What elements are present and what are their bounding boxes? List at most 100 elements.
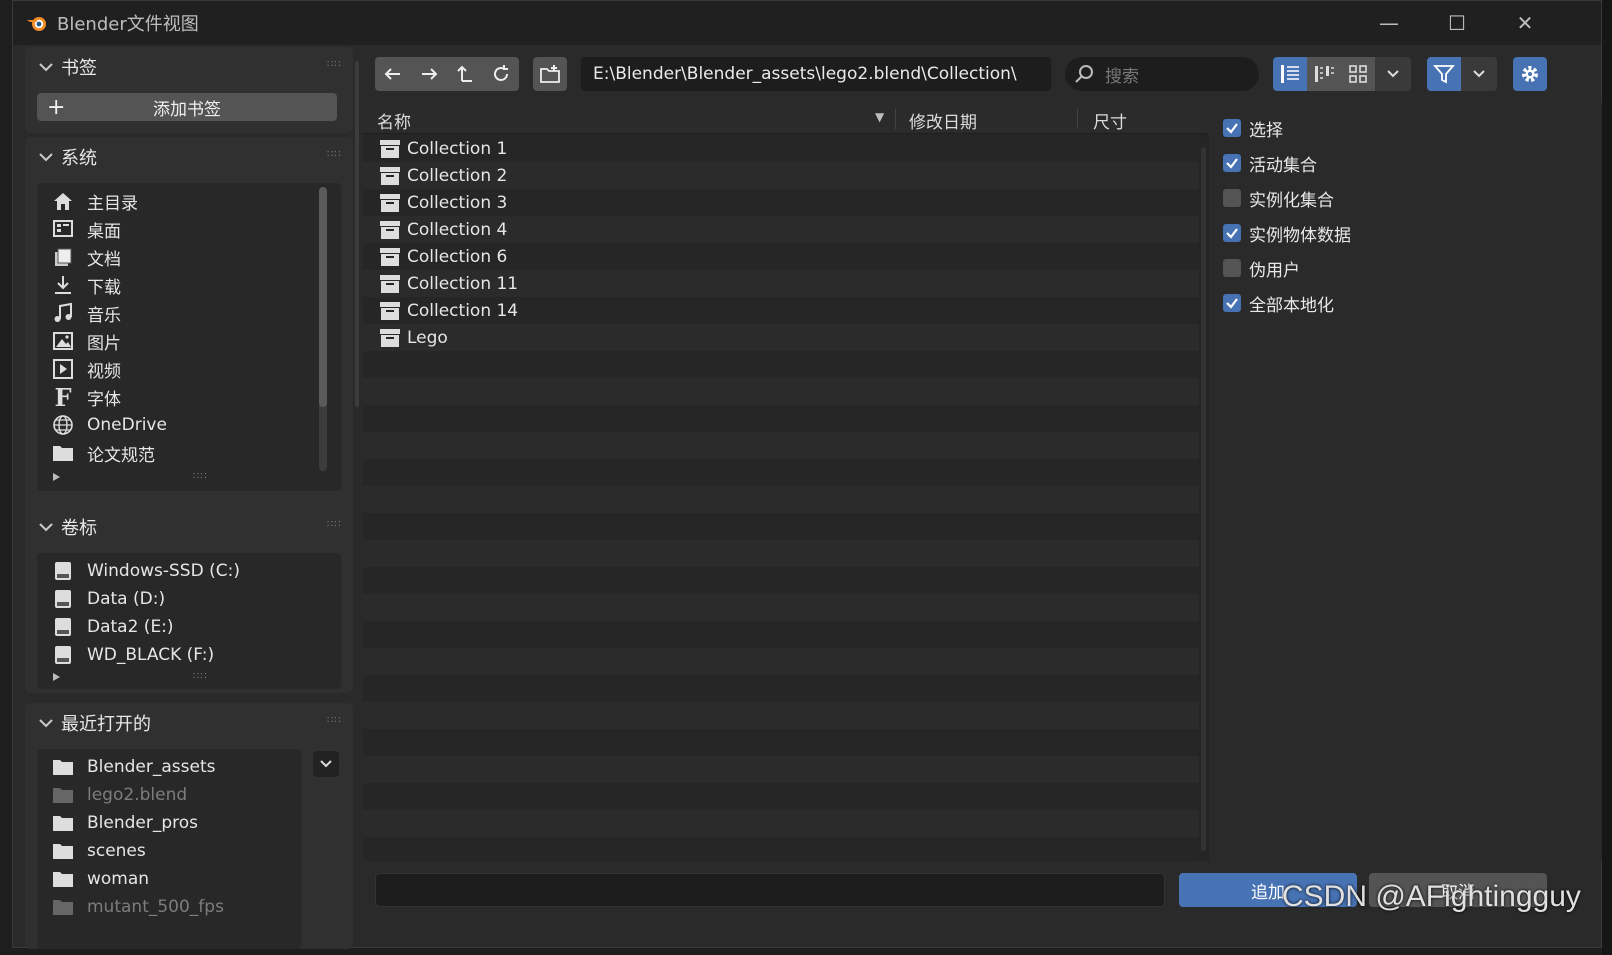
recent-item-mutant[interactable]: mutant_500_fps: [51, 893, 224, 921]
volume-item-f[interactable]: WD_BLACK (F:): [51, 641, 214, 669]
append-label: 追加: [1251, 882, 1285, 903]
chevron-down-icon: [1473, 70, 1485, 78]
system-item-pictures[interactable]: 图片: [51, 327, 121, 355]
search-input[interactable]: 搜索: [1065, 57, 1259, 91]
option-active-collection[interactable]: 活动集合: [1223, 148, 1317, 178]
recent-item-blender-assets[interactable]: Blender_assets: [51, 753, 215, 781]
expand-arrow-icon[interactable]: [53, 673, 60, 681]
system-item-videos[interactable]: 视频: [51, 355, 121, 383]
system-item-onedrive[interactable]: OneDrive: [51, 411, 167, 439]
directory-path-field[interactable]: E:\Blender\Blender_assets\lego2.blend\Co…: [581, 57, 1051, 91]
filter-options-dropdown[interactable]: [1461, 57, 1497, 91]
expand-arrow-icon[interactable]: [53, 473, 60, 481]
filter-toggle-button[interactable]: [1427, 57, 1461, 91]
checkbox-checked-icon[interactable]: [1223, 154, 1241, 172]
collection-icon: [380, 247, 400, 266]
settings-button[interactable]: [1513, 57, 1547, 91]
column-date[interactable]: 修改日期: [909, 108, 977, 133]
volume-item-c[interactable]: Windows-SSD (C:): [51, 557, 240, 585]
row-stripe: [363, 810, 1199, 837]
recent-item-lego2[interactable]: lego2.blend: [51, 781, 187, 809]
resize-handle-icon[interactable]: ∷∷: [193, 672, 209, 682]
thumbnail-view-button[interactable]: [1341, 57, 1375, 91]
file-row[interactable]: Collection 14: [379, 297, 518, 324]
horizontal-list-view-button[interactable]: [1307, 57, 1341, 91]
checkbox-checked-icon[interactable]: [1223, 224, 1241, 242]
bookmarks-header[interactable]: 书签 ∷∷: [25, 47, 353, 87]
file-row[interactable]: Lego: [379, 324, 448, 351]
drag-handle-icon[interactable]: ∷∷: [327, 716, 343, 726]
column-name[interactable]: 名称: [377, 108, 411, 133]
new-folder-button[interactable]: [533, 57, 567, 91]
folder-icon: [51, 839, 75, 863]
file-row[interactable]: Collection 11: [379, 270, 518, 297]
refresh-button[interactable]: [483, 57, 519, 91]
resize-handle-icon[interactable]: ∷∷: [193, 472, 209, 482]
file-list-scrollbar[interactable]: [1201, 147, 1206, 851]
recent-header[interactable]: 最近打开的 ∷∷: [25, 703, 353, 743]
row-stripe: [363, 486, 1199, 513]
recent-item-woman[interactable]: woman: [51, 865, 149, 893]
volumes-title: 卷标: [61, 518, 97, 539]
back-button[interactable]: [375, 57, 411, 91]
system-scrollbar[interactable]: [319, 187, 327, 471]
view-options-dropdown[interactable]: [1375, 57, 1411, 91]
recent-dropdown-button[interactable]: [313, 751, 339, 777]
option-instance-collections[interactable]: 实例化集合: [1223, 183, 1334, 213]
row-stripe: [363, 594, 1199, 621]
checkbox-checked-icon[interactable]: [1223, 294, 1241, 312]
checkbox-checked-icon[interactable]: [1223, 119, 1241, 137]
file-row[interactable]: Collection 1: [379, 135, 507, 162]
drag-handle-icon[interactable]: ∷∷: [327, 150, 343, 160]
volume-item-label: Data (D:): [87, 589, 166, 609]
recent-item-scenes[interactable]: scenes: [51, 837, 146, 865]
sort-arrow-icon[interactable]: ▼: [875, 110, 884, 124]
collection-icon: [380, 139, 400, 158]
drag-handle-icon[interactable]: ∷∷: [327, 60, 343, 70]
recent-item-label: lego2.blend: [87, 785, 188, 805]
system-item-desktop[interactable]: 桌面: [51, 215, 121, 243]
recent-item-blender-pros[interactable]: Blender_pros: [51, 809, 198, 837]
volume-item-d[interactable]: Data (D:): [51, 585, 165, 613]
columns-view-icon: [1315, 66, 1334, 82]
system-title: 系统: [61, 148, 97, 169]
forward-button[interactable]: [411, 57, 447, 91]
scrollbar-thumb[interactable]: [319, 187, 327, 407]
system-item-home[interactable]: 主目录: [51, 187, 138, 215]
option-fake-user[interactable]: 伪用户: [1223, 253, 1300, 283]
column-size[interactable]: 尺寸: [1093, 108, 1127, 133]
system-item-fonts[interactable]: F 字体: [51, 383, 121, 412]
checkbox-unchecked-icon[interactable]: [1223, 259, 1241, 277]
checkbox-unchecked-icon[interactable]: [1223, 189, 1241, 207]
drag-handle-icon[interactable]: ∷∷: [327, 520, 343, 530]
file-row[interactable]: Collection 3: [379, 189, 507, 216]
option-instance-object-data[interactable]: 实例物体数据: [1223, 218, 1351, 248]
file-row[interactable]: Collection 4: [379, 216, 507, 243]
file-row[interactable]: Collection 6: [379, 243, 507, 270]
option-select[interactable]: 选择: [1223, 113, 1283, 143]
file-name: Collection 2: [407, 165, 508, 186]
row-stripe: [363, 783, 1199, 810]
filename-input[interactable]: [375, 873, 1165, 907]
sidebar-scrollbar[interactable]: [355, 61, 359, 407]
row-stripe: [363, 405, 1199, 432]
system-item-documents[interactable]: 文档: [51, 243, 121, 271]
minimize-icon: —: [1379, 11, 1399, 35]
system-item-music[interactable]: 音乐: [51, 299, 121, 327]
vertical-list-view-button[interactable]: [1273, 57, 1307, 91]
system-header[interactable]: 系统 ∷∷: [25, 137, 353, 177]
system-item-downloads[interactable]: 下载: [51, 271, 121, 299]
file-row[interactable]: Collection 2: [379, 162, 507, 189]
volume-item-e[interactable]: Data2 (E:): [51, 613, 174, 641]
minimize-button[interactable]: —: [1359, 1, 1419, 45]
collection-icon: [380, 193, 400, 212]
close-button[interactable]: ✕: [1495, 1, 1555, 45]
add-bookmark-button[interactable]: + 添加书签: [37, 93, 337, 121]
row-stripe: [363, 432, 1199, 459]
system-item-thesis[interactable]: 论文规范: [51, 439, 155, 467]
option-localize-all[interactable]: 全部本地化: [1223, 288, 1334, 318]
volumes-header[interactable]: 卷标 ∷∷: [25, 507, 353, 547]
blender-logo-icon: [27, 17, 46, 31]
maximize-button[interactable]: ☐: [1427, 1, 1487, 45]
parent-directory-button[interactable]: [447, 57, 483, 91]
